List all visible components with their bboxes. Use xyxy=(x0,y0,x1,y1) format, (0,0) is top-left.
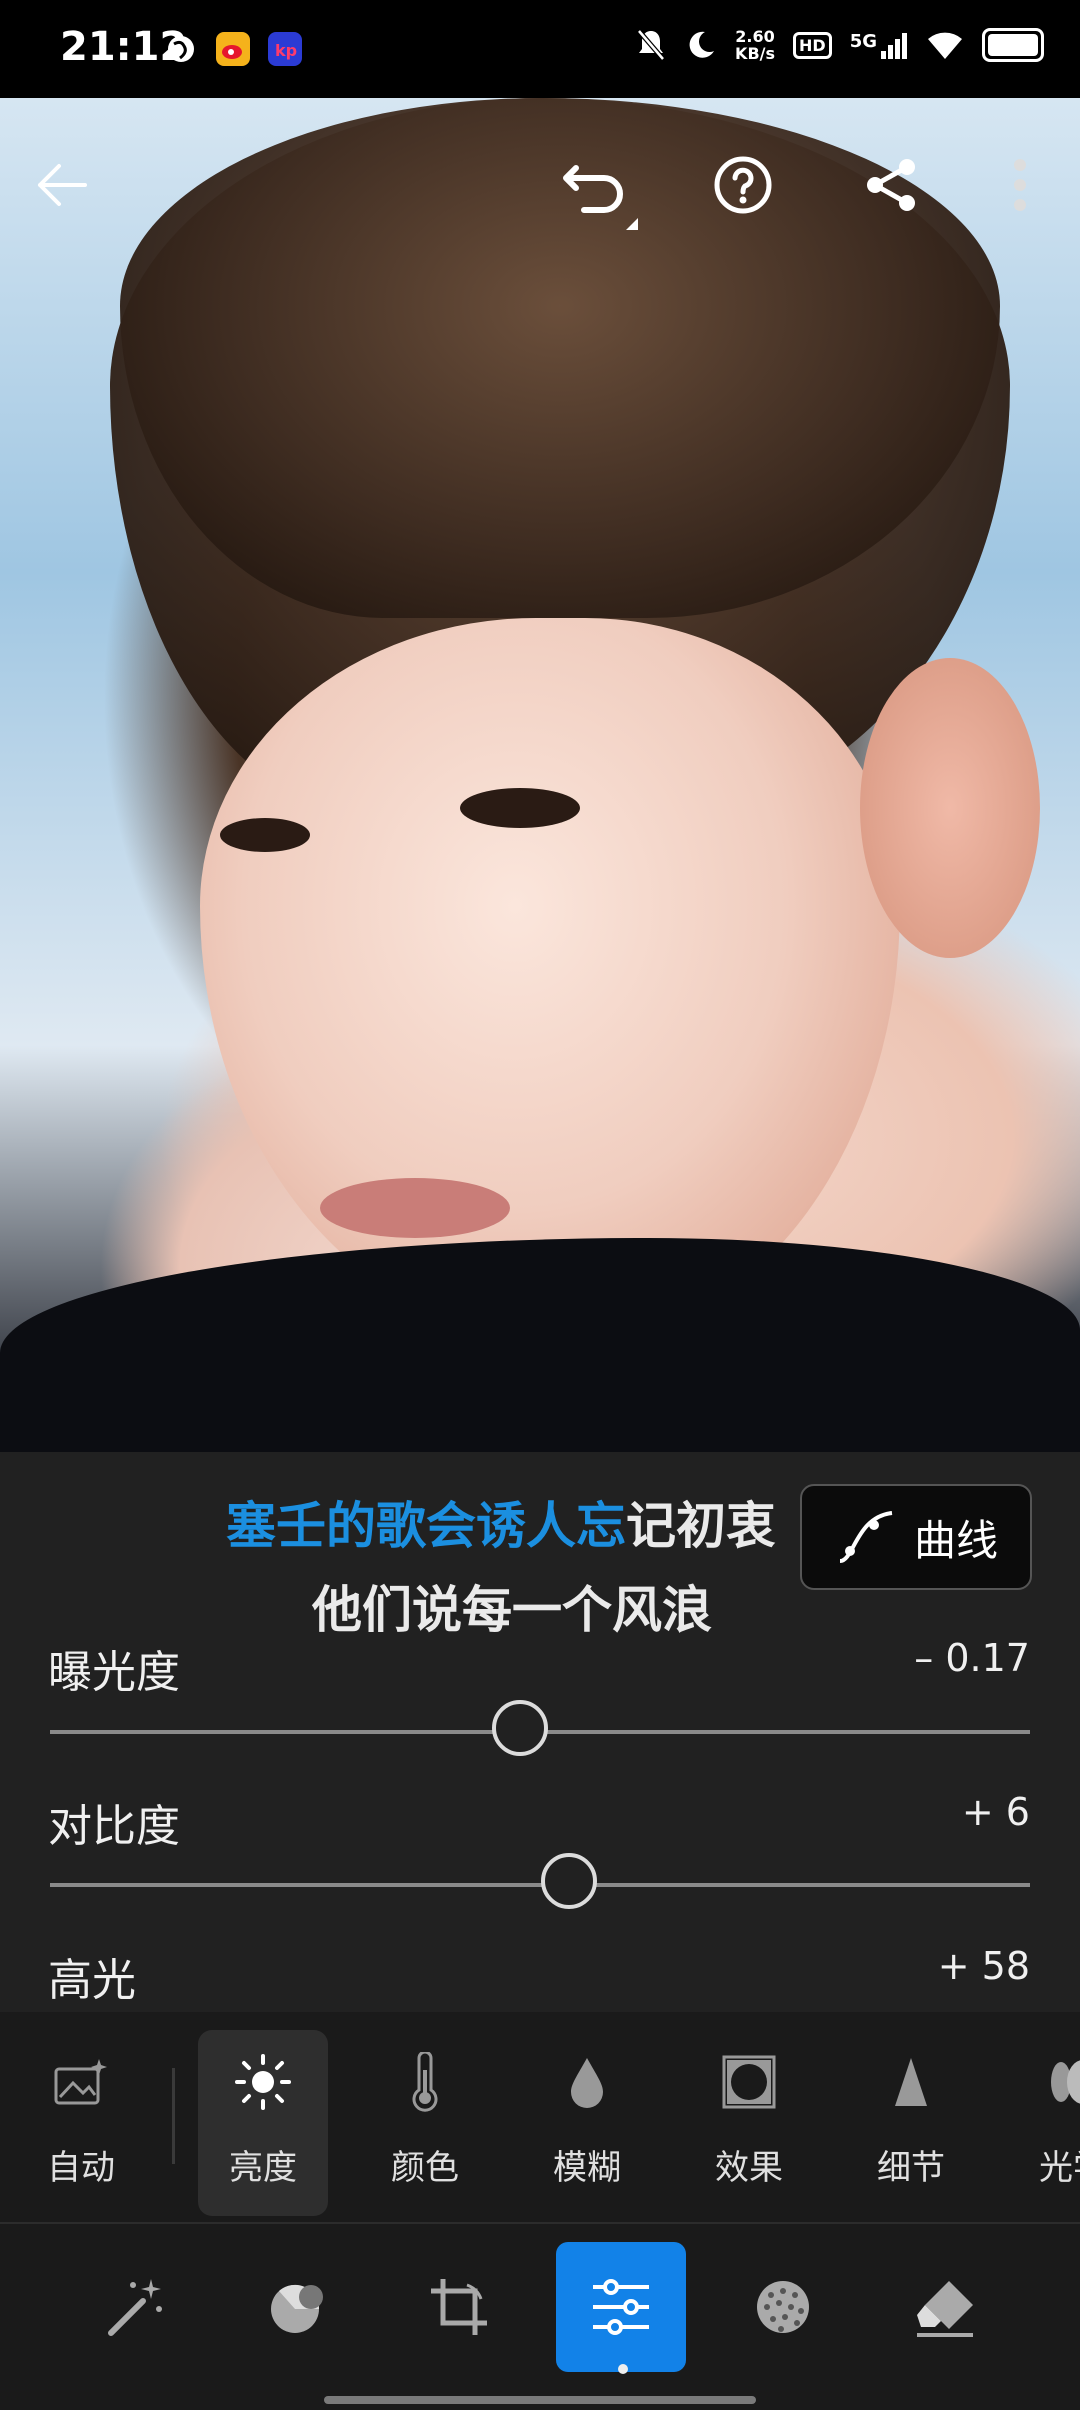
back-button[interactable] xyxy=(26,150,96,220)
photo-lips xyxy=(320,1178,510,1238)
photo-ear xyxy=(860,658,1040,958)
status-bar: 21:12 kp 2.60 KB/s HD 5G xyxy=(0,0,1080,98)
selective-icon xyxy=(271,2284,323,2333)
curve-label: 曲线 xyxy=(913,1515,998,1565)
sliders-icon xyxy=(593,2279,649,2335)
share-button[interactable] xyxy=(854,148,928,222)
auto-image-icon xyxy=(51,2052,111,2112)
status-right-icons: 2.60 KB/s HD 5G xyxy=(635,28,1044,62)
nav-crop[interactable] xyxy=(394,2242,524,2372)
tool-color[interactable]: 颜色 xyxy=(360,2030,490,2234)
photo-eye xyxy=(220,818,310,852)
active-nav-dot xyxy=(618,2364,628,2374)
tool-divider xyxy=(172,2068,175,2164)
exposure-slider[interactable] xyxy=(50,1700,1030,1756)
moon-icon xyxy=(689,31,715,58)
contrast-value: + 6 xyxy=(961,1790,1030,1834)
app-icon: kp xyxy=(268,32,302,66)
tool-detail[interactable]: 细节 xyxy=(846,2030,976,2234)
thermometer-icon xyxy=(395,2052,455,2112)
eraser-icon xyxy=(917,2281,973,2337)
tool-effects[interactable]: 效果 xyxy=(684,2030,814,2234)
notification-icons: kp xyxy=(164,32,302,66)
help-icon xyxy=(714,156,772,214)
back-arrow-icon xyxy=(38,164,87,206)
exposure-label: 曝光度 xyxy=(48,1647,180,1698)
bottom-nav xyxy=(0,2222,1080,2410)
photo-face xyxy=(200,618,900,1338)
highlights-label: 高光 xyxy=(48,1955,136,2006)
globe-icon xyxy=(164,32,198,66)
tool-blur[interactable]: 模糊 xyxy=(522,2030,652,2216)
tool-label: 自动 xyxy=(47,2148,115,2188)
mute-icon xyxy=(637,29,665,61)
tool-label: 颜色 xyxy=(391,2148,459,2188)
tool-label: 效果 xyxy=(715,2148,783,2188)
home-indicator[interactable] xyxy=(324,2396,756,2404)
tool-tabs: 自动 亮度 颜色 模糊 效果 细节 光 xyxy=(0,2012,1080,2234)
help-button[interactable] xyxy=(706,148,780,222)
net-speed-unit: KB/s xyxy=(735,44,776,63)
highlights-value: + 58 xyxy=(937,1944,1030,1988)
tool-label: 模糊 xyxy=(553,2148,621,2188)
photo-eye xyxy=(460,788,580,828)
sun-icon xyxy=(233,2052,293,2112)
net-speed-value: 2.60 xyxy=(735,27,775,46)
crop-icon xyxy=(431,2279,487,2335)
nav-selective[interactable] xyxy=(232,2242,362,2372)
contrast-label: 对比度 xyxy=(48,1801,180,1852)
lyric-line-2: 他们说每一个风浪 xyxy=(312,1581,712,1639)
network-label: 5G xyxy=(849,31,877,52)
hd-badge: HD xyxy=(793,31,832,59)
tool-label: 亮度 xyxy=(229,2148,297,2188)
lyric-highlight: 塞壬的歌会诱人忘 xyxy=(226,1497,626,1555)
contrast-slider-thumb[interactable] xyxy=(541,1853,598,1909)
tool-label: 光学 xyxy=(1039,2148,1080,2188)
drop-icon xyxy=(557,2052,617,2112)
nav-heal[interactable] xyxy=(880,2242,1010,2372)
lens-icon xyxy=(1043,2052,1080,2112)
curve-icon xyxy=(839,1511,893,1563)
photo-canvas[interactable] xyxy=(0,98,1080,1452)
tool-light[interactable]: 亮度 xyxy=(198,2030,328,2234)
exposure-slider-thumb[interactable] xyxy=(492,1700,549,1756)
photo-shirt xyxy=(0,1238,1080,1452)
undo-button[interactable] xyxy=(560,146,644,230)
contrast-slider[interactable] xyxy=(50,1853,1030,1909)
undo-icon xyxy=(563,165,638,230)
magic-wand-icon xyxy=(108,2279,162,2336)
nav-presets[interactable] xyxy=(70,2242,200,2372)
battery-icon xyxy=(982,28,1044,62)
signal-5g: 5G xyxy=(850,31,908,59)
tool-label: 细节 xyxy=(877,2148,945,2188)
svg-text:kp: kp xyxy=(275,41,297,60)
vignette-icon xyxy=(719,2052,779,2112)
tool-optics[interactable]: 光学 xyxy=(1008,2030,1080,2234)
nav-grain[interactable] xyxy=(718,2242,848,2372)
weibo-icon xyxy=(216,32,250,66)
triangle-icon xyxy=(881,2052,941,2112)
more-vertical-icon xyxy=(1014,159,1026,211)
wifi-icon xyxy=(928,32,962,59)
share-icon xyxy=(867,159,915,211)
curve-button[interactable]: 曲线 xyxy=(800,1484,1032,1590)
net-speed: 2.60 KB/s xyxy=(735,28,775,62)
lyric-line-1: 塞壬的歌会诱人忘记初衷 xyxy=(226,1486,776,1558)
tool-auto[interactable]: 自动 xyxy=(16,2030,146,2216)
exposure-value: – 0.17 xyxy=(914,1636,1030,1680)
more-button[interactable] xyxy=(1002,148,1038,222)
lyric-rest: 记初衷 xyxy=(626,1497,776,1555)
grain-icon xyxy=(757,2281,809,2333)
signal-icon xyxy=(881,33,907,59)
nav-edit[interactable] xyxy=(556,2242,686,2372)
